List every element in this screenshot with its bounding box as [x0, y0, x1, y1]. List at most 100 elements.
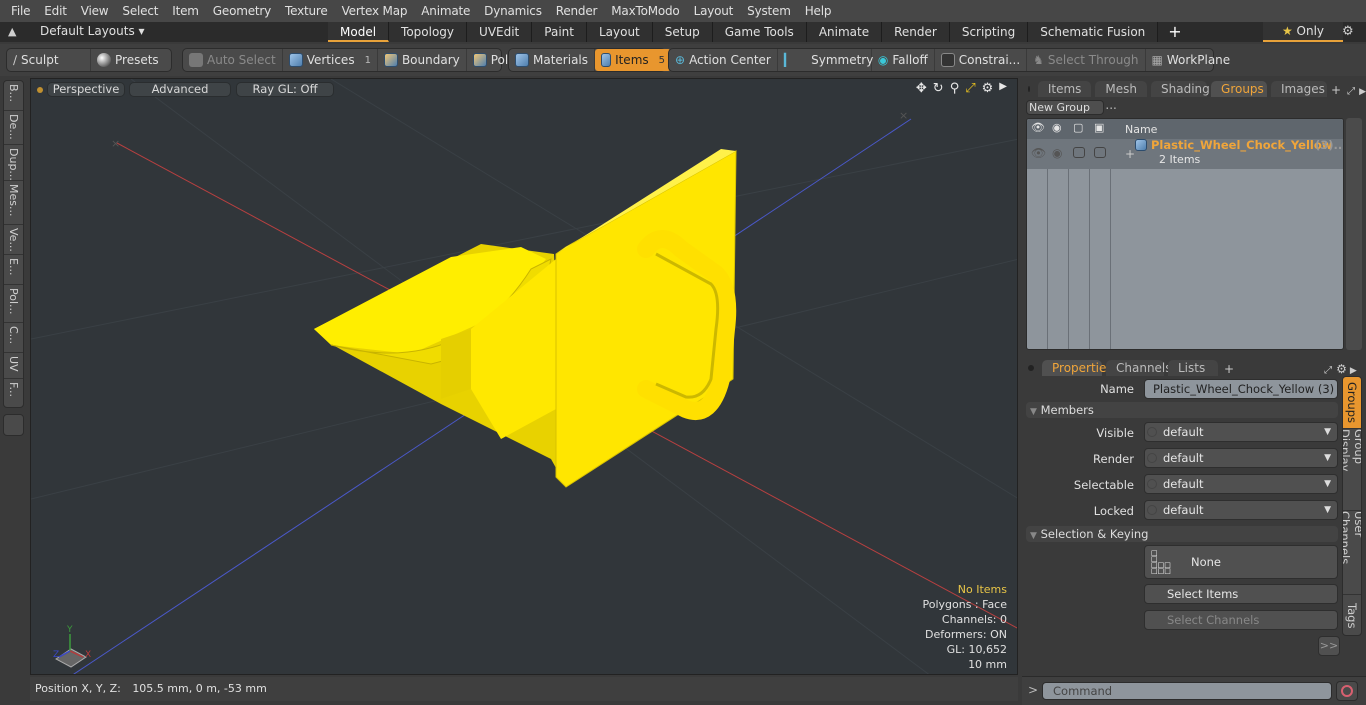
- selectable-radio[interactable]: [1147, 479, 1157, 489]
- locked-radio[interactable]: [1147, 505, 1157, 515]
- tab-lists[interactable]: Lists: [1168, 360, 1218, 376]
- select-items-button[interactable]: Select Items: [1144, 584, 1338, 604]
- tab-animate[interactable]: Animate: [806, 22, 883, 42]
- panel-menu-dot-icon[interactable]: [1028, 86, 1030, 92]
- menu-render[interactable]: Render: [549, 4, 605, 18]
- row-select-checkbox[interactable]: [1073, 147, 1085, 158]
- 3d-viewport[interactable]: × × Y X Z Perspective Advanced Ray GL: O…: [30, 78, 1018, 675]
- panel-more-icon[interactable]: ▶: [1359, 87, 1366, 97]
- raygl-toggle[interactable]: Ray GL: Off: [236, 82, 334, 97]
- tab-setup[interactable]: Setup: [652, 22, 713, 42]
- menu-maxtomodo[interactable]: MaxToModo: [604, 4, 686, 18]
- render-camera-icon[interactable]: ◉: [1052, 121, 1062, 134]
- viewport-gear-icon[interactable]: ⚙: [982, 81, 994, 96]
- left-tab-edge[interactable]: E...: [4, 255, 23, 285]
- left-tab-curve[interactable]: C...: [4, 323, 23, 353]
- select-through-button[interactable]: ♞ Select Through: [1027, 49, 1146, 71]
- tab-layout[interactable]: Layout: [586, 22, 653, 42]
- left-tab-vertex[interactable]: Ve...: [4, 225, 23, 255]
- workplane-button[interactable]: ▦ WorkPlane: [1146, 49, 1237, 71]
- members-section[interactable]: ▼ Members: [1026, 402, 1338, 418]
- menu-layout[interactable]: Layout: [687, 4, 741, 18]
- collapse-up-icon[interactable]: ▲: [8, 25, 16, 38]
- more-button[interactable]: >>: [1318, 636, 1340, 656]
- menu-file[interactable]: File: [4, 4, 37, 18]
- selection-set-button[interactable]: □ □ □□□ □□□ None: [1144, 545, 1338, 579]
- shading-dropdown[interactable]: Advanced: [129, 82, 231, 97]
- viewport-menu-dot[interactable]: [37, 87, 43, 93]
- boundary-button[interactable]: Boundary: [378, 49, 467, 71]
- side-tab-group-display[interactable]: Group Display: [1343, 429, 1361, 511]
- menu-edit[interactable]: Edit: [37, 4, 73, 18]
- add-panel-tab-icon[interactable]: +: [1331, 83, 1341, 97]
- tab-shading[interactable]: Shading: [1151, 81, 1210, 97]
- add-properties-tab-icon[interactable]: +: [1224, 362, 1234, 376]
- menu-dynamics[interactable]: Dynamics: [477, 4, 549, 18]
- visible-radio[interactable]: [1147, 427, 1157, 437]
- menu-view[interactable]: View: [74, 4, 116, 18]
- tab-game-tools[interactable]: Game Tools: [712, 22, 807, 42]
- tab-model[interactable]: Model: [328, 22, 390, 42]
- visible-dropdown[interactable]: default ▼: [1144, 422, 1338, 442]
- left-extra-tab[interactable]: [3, 414, 24, 436]
- select-channels-button[interactable]: Select Channels: [1144, 610, 1338, 630]
- menu-geometry[interactable]: Geometry: [206, 4, 278, 18]
- presets-button[interactable]: Presets: [91, 49, 171, 71]
- menu-help[interactable]: Help: [798, 4, 839, 18]
- add-tab-button[interactable]: +: [1158, 22, 1191, 42]
- expand-plus-icon[interactable]: +: [1125, 147, 1135, 161]
- selection-keying-section[interactable]: ▼ Selection & Keying: [1026, 526, 1338, 542]
- move-view-icon[interactable]: ✥: [916, 81, 927, 96]
- menu-texture[interactable]: Texture: [278, 4, 335, 18]
- left-tab-deform[interactable]: De...: [4, 111, 23, 145]
- tab-uvedit[interactable]: UVEdit: [467, 22, 533, 42]
- left-tab-mesh-edit[interactable]: Mes...: [4, 181, 23, 225]
- lock-cube-icon[interactable]: ▣: [1094, 121, 1104, 134]
- properties-more-icon[interactable]: ▶: [1350, 366, 1357, 376]
- tab-properties[interactable]: Properties: [1042, 360, 1113, 376]
- materials-button[interactable]: Materials: [509, 49, 596, 71]
- tab-channels[interactable]: Channels: [1106, 360, 1172, 376]
- tab-topology[interactable]: Topology: [389, 22, 468, 42]
- side-tab-user-channels[interactable]: User Channels: [1343, 511, 1361, 595]
- left-tab-polygon[interactable]: Pol...: [4, 285, 23, 323]
- tab-schematic-fusion[interactable]: Schematic Fusion: [1028, 22, 1159, 42]
- tab-paint[interactable]: Paint: [532, 22, 587, 42]
- left-tab-basic[interactable]: B...: [4, 81, 23, 111]
- menu-select[interactable]: Select: [115, 4, 165, 18]
- vertices-button[interactable]: Vertices 1: [283, 49, 378, 71]
- falloff-button[interactable]: ◉ Falloff: [872, 49, 935, 71]
- tab-scripting[interactable]: Scripting: [949, 22, 1029, 42]
- group-row[interactable]: 👁 ◉ + Plastic_Wheel_Chock_Yellow (3)... …: [1027, 138, 1343, 169]
- groups-list-scrollbar[interactable]: [1346, 118, 1362, 350]
- render-radio[interactable]: [1147, 453, 1157, 463]
- side-tab-groups[interactable]: Groups: [1343, 377, 1361, 429]
- properties-expand-icon[interactable]: ⤢: [1324, 365, 1332, 376]
- row-visibility-eye-icon[interactable]: 👁: [1031, 146, 1046, 160]
- name-column-header[interactable]: Name: [1125, 123, 1157, 136]
- tab-groups[interactable]: Groups: [1211, 81, 1268, 97]
- items-button[interactable]: Items 5: [595, 49, 672, 71]
- side-tab-tags[interactable]: Tags: [1343, 595, 1361, 635]
- tab-mesh[interactable]: Mesh ...: [1095, 81, 1148, 112]
- command-input[interactable]: Command: [1042, 682, 1332, 700]
- row-lock-checkbox[interactable]: [1094, 147, 1106, 158]
- zoom-view-icon[interactable]: ⚲: [950, 81, 960, 96]
- record-macro-button[interactable]: [1336, 681, 1358, 701]
- menu-item[interactable]: Item: [165, 4, 206, 18]
- sculpt-button[interactable]: ∕ Sculpt: [7, 49, 91, 71]
- symmetry-button[interactable]: ▎ Symmetry: [778, 49, 873, 71]
- menu-animate[interactable]: Animate: [414, 4, 477, 18]
- properties-menu-dot-icon[interactable]: [1028, 365, 1034, 371]
- only-toggle[interactable]: ★ Only: [1263, 22, 1343, 42]
- rotate-view-icon[interactable]: ↻: [933, 81, 944, 96]
- maximize-view-icon[interactable]: ⤢: [965, 81, 975, 96]
- select-cube-icon[interactable]: ▢: [1073, 121, 1083, 134]
- tab-images[interactable]: Images: [1271, 81, 1328, 97]
- tab-render[interactable]: Render: [882, 22, 950, 42]
- view-mode-dropdown[interactable]: Perspective: [47, 82, 125, 97]
- visibility-eye-icon[interactable]: 👁: [1031, 121, 1045, 134]
- left-tab-duplicate[interactable]: Dup...: [4, 145, 23, 181]
- menu-vertex-map[interactable]: Vertex Map: [335, 4, 415, 18]
- name-input[interactable]: Plastic_Wheel_Chock_Yellow (3): [1144, 379, 1338, 399]
